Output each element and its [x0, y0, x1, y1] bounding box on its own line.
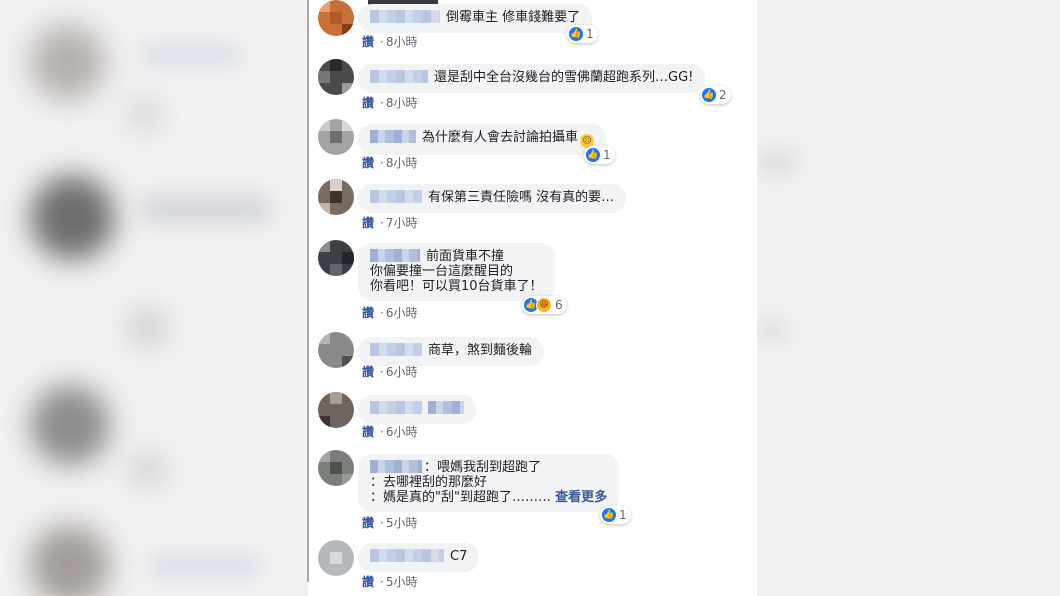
comment-bubble: [358, 395, 476, 424]
comment-meta: 讚 · 7小時: [362, 216, 418, 230]
comment-text: 有保第三責任險嗎 沒有真的要…: [428, 190, 615, 205]
like-button[interactable]: 讚: [362, 156, 374, 170]
author-name-blurred[interactable]: [370, 70, 428, 83]
comment-meta: 讚 · 8小時: [362, 96, 418, 110]
like-icon: 👍: [586, 148, 600, 162]
comment-text-line: ：去哪裡刮的那麼好: [370, 475, 488, 490]
avatar[interactable]: [318, 540, 354, 576]
like-button[interactable]: 讚: [362, 96, 374, 110]
comment-bubble: 有保第三責任險嗎 沒有真的要…: [358, 184, 627, 213]
blurred-background-right: [757, 0, 1060, 596]
like-button[interactable]: 讚: [362, 516, 374, 530]
timestamp[interactable]: 6小時: [386, 365, 418, 379]
like-button[interactable]: 讚: [362, 425, 374, 439]
comment-text: 商草，煞到麵後輪: [428, 343, 533, 358]
timestamp[interactable]: 6小時: [386, 306, 418, 320]
author-name-blurred[interactable]: [370, 460, 422, 473]
timestamp[interactable]: 5小時: [386, 575, 418, 589]
comment-meta: 讚 · 5小時: [362, 516, 418, 530]
haha-icon: 😆: [536, 297, 552, 313]
comment-meta: 讚 · 6小時: [362, 306, 418, 320]
comment-meta: 讚 · 5小時: [362, 575, 418, 589]
comment-bubble: ：喂媽我刮到超跑了 ：去哪裡刮的那麼好 ：媽是真的"刮"到超跑了……… 查看更多: [358, 454, 620, 512]
comment-meta: 讚 · 8小時: [362, 156, 418, 170]
see-more-link[interactable]: 查看更多: [555, 490, 607, 505]
comment-text-line: ：媽是真的"刮"到超跑了………: [370, 490, 551, 505]
avatar[interactable]: [318, 450, 354, 486]
like-icon: 👍: [569, 27, 583, 41]
comment-bubble: 還是刮中全台沒幾台的雪佛蘭超跑系列…GG!: [358, 64, 706, 93]
blurred-avatar: [30, 525, 110, 596]
author-name-blurred[interactable]: [370, 401, 422, 414]
timestamp[interactable]: 8小時: [386, 35, 418, 49]
timestamp[interactable]: 8小時: [386, 96, 418, 110]
comment-text-line: 前面貨車不撞: [426, 249, 505, 264]
author-name-blurred[interactable]: [370, 549, 444, 562]
blurred-background-left: [0, 0, 308, 596]
comment-bubble: 為什麼有人會去討論拍攝車 ☹: [358, 124, 607, 155]
timestamp[interactable]: 5小時: [386, 516, 418, 530]
reaction-count[interactable]: 👍 2: [700, 86, 731, 104]
comment-text: 為什麼有人會去討論拍攝車: [422, 130, 579, 145]
comment-bubble: 商草，煞到麵後輪: [358, 337, 545, 366]
reaction-count[interactable]: 👍 1: [600, 506, 631, 524]
comment-meta: 讚 · 8小時: [362, 35, 418, 49]
blurred-text: [757, 150, 797, 174]
avatar[interactable]: [318, 240, 354, 276]
panel-divider: [307, 0, 309, 582]
comment-text: 倒霉車主 修車錢難要了: [446, 10, 581, 25]
blurred-avatar: [130, 455, 165, 485]
comment-text: 還是刮中全台沒幾台的雪佛蘭超跑系列…GG!: [434, 70, 694, 85]
timestamp[interactable]: 8小時: [386, 156, 418, 170]
like-button[interactable]: 讚: [362, 35, 374, 49]
comment-text-line: 你看吧！可以買10台貨車了！: [370, 279, 543, 294]
comment-text-blurred: [428, 401, 464, 414]
avatar[interactable]: [318, 59, 354, 95]
like-button[interactable]: 讚: [362, 575, 374, 589]
comment-bubble: C7: [358, 543, 480, 572]
author-name-blurred[interactable]: [370, 130, 416, 143]
blurred-text: [140, 195, 270, 223]
avatar[interactable]: [318, 332, 354, 368]
reaction-count[interactable]: 👍 1: [567, 25, 598, 43]
comment-meta: 讚 · 6小時: [362, 425, 418, 439]
avatar[interactable]: [318, 179, 354, 215]
comment-text-line: ：喂媽我刮到超跑了: [424, 460, 542, 475]
timestamp[interactable]: 6小時: [386, 425, 418, 439]
avatar[interactable]: [318, 0, 354, 36]
author-name-blurred[interactable]: [370, 190, 422, 203]
like-button[interactable]: 讚: [362, 365, 374, 379]
avatar[interactable]: [318, 392, 354, 428]
blurred-text: [757, 320, 787, 340]
like-icon: 👍: [602, 508, 616, 522]
avatar[interactable]: [318, 119, 354, 155]
author-name-blurred[interactable]: [370, 10, 440, 23]
reaction-count[interactable]: 👍 1: [584, 146, 615, 164]
like-icon: 👍: [702, 88, 716, 102]
blurred-text: [140, 45, 240, 65]
author-name-blurred[interactable]: [370, 249, 420, 262]
comment-feed: 倒霉車主 修車錢難要了 👍 1 讚 · 8小時 還是刮中全台沒幾台的雪佛蘭超跑系列…G…: [310, 0, 757, 596]
comment-bubble: 倒霉車主 修車錢難要了: [358, 4, 593, 33]
reaction-count[interactable]: 👍 😆 6: [522, 296, 567, 314]
blurred-avatar: [130, 100, 160, 130]
comment-text: C7: [450, 549, 468, 564]
blurred-avatar: [30, 385, 110, 465]
timestamp[interactable]: 7小時: [386, 216, 418, 230]
like-button[interactable]: 讚: [362, 216, 374, 230]
comment-meta: 讚 · 6小時: [362, 365, 418, 379]
comment-text-line: 你偏要撞一台這麼醒目的: [370, 264, 514, 279]
author-name-blurred[interactable]: [370, 343, 422, 356]
blurred-avatar: [130, 310, 165, 345]
comment-bubble: 前面貨車不撞 你偏要撞一台這麼醒目的 你看吧！可以買10台貨車了！: [358, 243, 555, 301]
blurred-avatar: [30, 175, 115, 260]
blurred-text: [150, 555, 260, 577]
like-button[interactable]: 讚: [362, 306, 374, 320]
blurred-avatar: [30, 25, 105, 100]
